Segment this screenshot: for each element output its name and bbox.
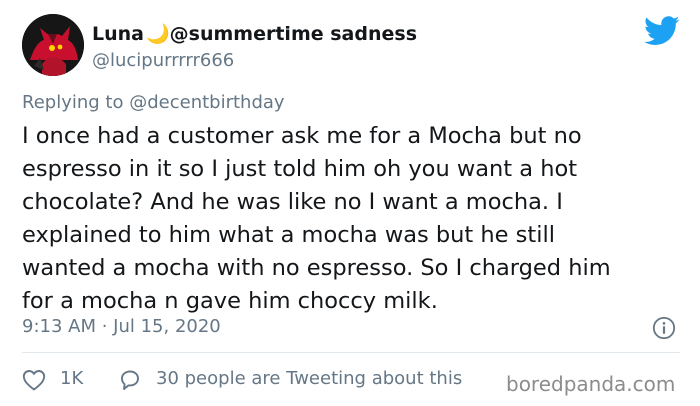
author-name[interactable]: Luna bbox=[92, 23, 144, 45]
reply-prefix: Replying to bbox=[22, 92, 124, 113]
demon-character-avatar-icon bbox=[22, 14, 84, 76]
like-count[interactable]: 1K bbox=[60, 368, 83, 389]
divider bbox=[22, 352, 680, 353]
reply-mention-link[interactable]: @decentbirthday bbox=[129, 92, 284, 113]
tweet-text: I once had a customer ask me for a Mocha… bbox=[22, 120, 692, 318]
author-handle[interactable]: @lucipurrrrr666 bbox=[92, 50, 234, 71]
heart-icon[interactable] bbox=[22, 369, 46, 391]
tweet-text-line: wanted a mocha with no espresso. So I ch… bbox=[22, 255, 611, 281]
tweet-text-line: for a mocha n gave him choccy milk. bbox=[22, 288, 438, 314]
tweet-text-line: espresso in it so I just told him oh you… bbox=[22, 156, 578, 182]
tweet-text-line: explained to him what a mocha was but he… bbox=[22, 222, 555, 248]
reply-context: Replying to @decentbirthday bbox=[22, 92, 285, 113]
info-icon[interactable] bbox=[652, 316, 676, 340]
moon-icon: 🌙 bbox=[145, 23, 170, 45]
comment-bubble-icon[interactable] bbox=[118, 368, 142, 392]
author-name-suffix[interactable]: @summertime sadness bbox=[170, 23, 417, 45]
tweet-card: Luna 🌙@summertime sadness @lucipurrrrr666… bbox=[0, 0, 700, 406]
tweet-text-line: I once had a customer ask me for a Mocha… bbox=[22, 123, 582, 149]
twitter-bird-icon[interactable] bbox=[644, 16, 680, 46]
avatar[interactable] bbox=[22, 14, 84, 76]
tweeting-about-link[interactable]: 30 people are Tweeting about this bbox=[156, 368, 462, 389]
author-display-name[interactable]: Luna 🌙@summertime sadness bbox=[92, 22, 417, 45]
tweet-text-line: chocolate? And he was like no I want a m… bbox=[22, 189, 563, 215]
tweet-timestamp[interactable]: 9:13 AM · Jul 15, 2020 bbox=[22, 316, 221, 337]
boredpanda-watermark: boredpanda.com bbox=[506, 372, 676, 396]
